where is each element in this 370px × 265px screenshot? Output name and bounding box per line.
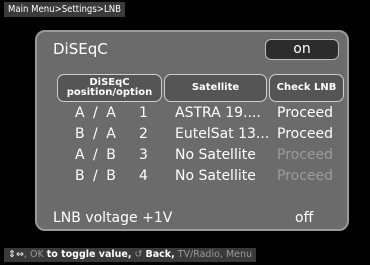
back-hint: Back, [145,249,175,260]
breadcrumb: Main Menu>Settings>LNB [4,2,125,17]
diseqc-title: DiSEqC [53,40,108,58]
toggle-hint: to toggle value, [46,249,132,260]
check-lnb-action[interactable]: Proceed [277,125,333,144]
statusbar: ⇕⇔, OK to toggle value, ↺ Back, TV/Radio… [4,248,257,262]
position-cell: B / B [75,168,118,184]
lnb-voltage-label: LNB voltage +1V [53,210,173,226]
screen: Main Menu>Settings>LNB DiSEqC on DiSEqC … [0,0,370,265]
satellite-cell[interactable]: EutelSat 13... [175,125,269,144]
table-row[interactable]: A / A 1 ASTRA 19.... Proceed [37,104,347,123]
diseqc-dialog: DiSEqC on DiSEqC position/option Satelli… [35,30,349,231]
nav-arrows-icon: ⇕⇔ [8,249,24,260]
table-row[interactable]: B / A 2 EutelSat 13... Proceed [37,125,347,144]
table-row[interactable]: B / B 4 No Satellite Proceed [37,167,347,186]
column-header-check-lnb: Check LNB [269,74,344,102]
number-cell: 2 [139,126,148,142]
extra-hint: TV/Radio, Menu [177,249,253,260]
position-cell: B / A [75,126,118,142]
number-cell: 3 [139,147,148,163]
check-lnb-action[interactable]: Proceed [277,104,333,123]
nav-hint: , OK [23,249,44,260]
lnb-voltage-value[interactable]: off [295,210,313,226]
satellite-cell[interactable]: No Satellite [175,146,256,165]
diseqc-toggle[interactable]: on [265,39,339,60]
table-row[interactable]: A / B 3 No Satellite Proceed [37,146,347,165]
column-header-satellite: Satellite [164,74,267,102]
check-lnb-action: Proceed [277,168,334,184]
satellite-cell[interactable]: No Satellite [175,167,256,186]
position-cell: A / B [75,147,118,163]
satellite-cell[interactable]: ASTRA 19.... [175,104,261,123]
column-header-position: DiSEqC position/option [57,74,162,102]
number-cell: 1 [139,105,148,121]
check-lnb-action: Proceed [277,147,334,163]
position-cell: A / A [75,105,118,121]
back-icon: ↺ [134,249,143,260]
number-cell: 4 [139,168,148,184]
